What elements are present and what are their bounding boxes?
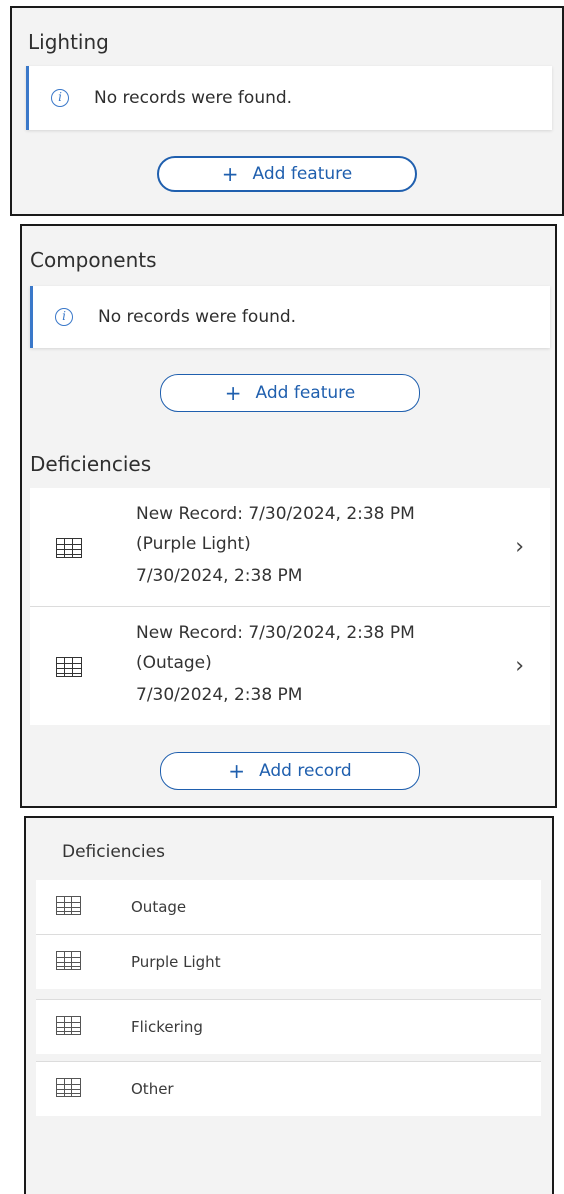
deficiency-type-item[interactable]: Other [36, 1062, 541, 1116]
info-icon: i [51, 89, 69, 107]
deficiency-type-label: Outage [131, 898, 187, 916]
lighting-no-records-notice: i No records were found. [26, 66, 552, 130]
deficiency-type-label: Flickering [131, 1018, 203, 1036]
record-date: 7/30/2024, 2:38 PM [136, 566, 303, 586]
record-title: New Record: 7/30/2024, 2:38 PM [136, 504, 415, 524]
components-no-records-notice: i No records were found. [30, 286, 550, 348]
record-date: 7/30/2024, 2:38 PM [136, 685, 303, 705]
deficiency-record[interactable]: New Record: 7/30/2024, 2:38 PM (Outage) … [30, 607, 550, 725]
add-record-button[interactable]: + Add record [160, 752, 420, 790]
chevron-right-icon: › [515, 653, 524, 679]
lighting-add-feature-button[interactable]: + Add feature [157, 156, 417, 192]
table-icon [56, 1078, 81, 1097]
deficiency-type-item[interactable]: Purple Light [36, 935, 541, 989]
deficiency-record[interactable]: New Record: 7/30/2024, 2:38 PM (Purple L… [30, 488, 550, 606]
record-subtitle: (Purple Light) [136, 534, 251, 554]
table-icon [56, 951, 81, 970]
table-icon [56, 657, 82, 677]
table-icon [56, 896, 81, 915]
add-feature-label: Add feature [255, 383, 356, 403]
lighting-title: Lighting [28, 30, 109, 54]
add-feature-label: Add feature [252, 164, 353, 184]
deficiency-type-label: Purple Light [131, 953, 221, 971]
chevron-right-icon: › [515, 534, 524, 560]
record-subtitle: (Outage) [136, 653, 212, 673]
lighting-panel: Lighting i No records were found. + Add … [10, 6, 564, 216]
add-record-label: Add record [259, 761, 352, 781]
components-notice-message: No records were found. [98, 307, 297, 327]
components-add-feature-button[interactable]: + Add feature [160, 374, 420, 412]
deficiencies-title: Deficiencies [30, 452, 152, 476]
record-title: New Record: 7/30/2024, 2:38 PM [136, 623, 415, 643]
table-icon [56, 1016, 81, 1035]
components-title: Components [30, 248, 157, 272]
deficiency-type-item[interactable]: Flickering [36, 1000, 541, 1054]
info-icon: i [55, 308, 73, 326]
deficiency-types-title: Deficiencies [62, 842, 165, 862]
plus-icon: + [228, 759, 246, 783]
plus-icon: + [224, 381, 242, 405]
table-icon [56, 538, 82, 558]
deficiency-type-label: Other [131, 1080, 174, 1098]
deficiency-type-item[interactable]: Outage [36, 880, 541, 934]
lighting-notice-message: No records were found. [94, 88, 293, 108]
components-panel: Components i No records were found. + Ad… [20, 224, 557, 808]
plus-icon: + [221, 162, 239, 186]
